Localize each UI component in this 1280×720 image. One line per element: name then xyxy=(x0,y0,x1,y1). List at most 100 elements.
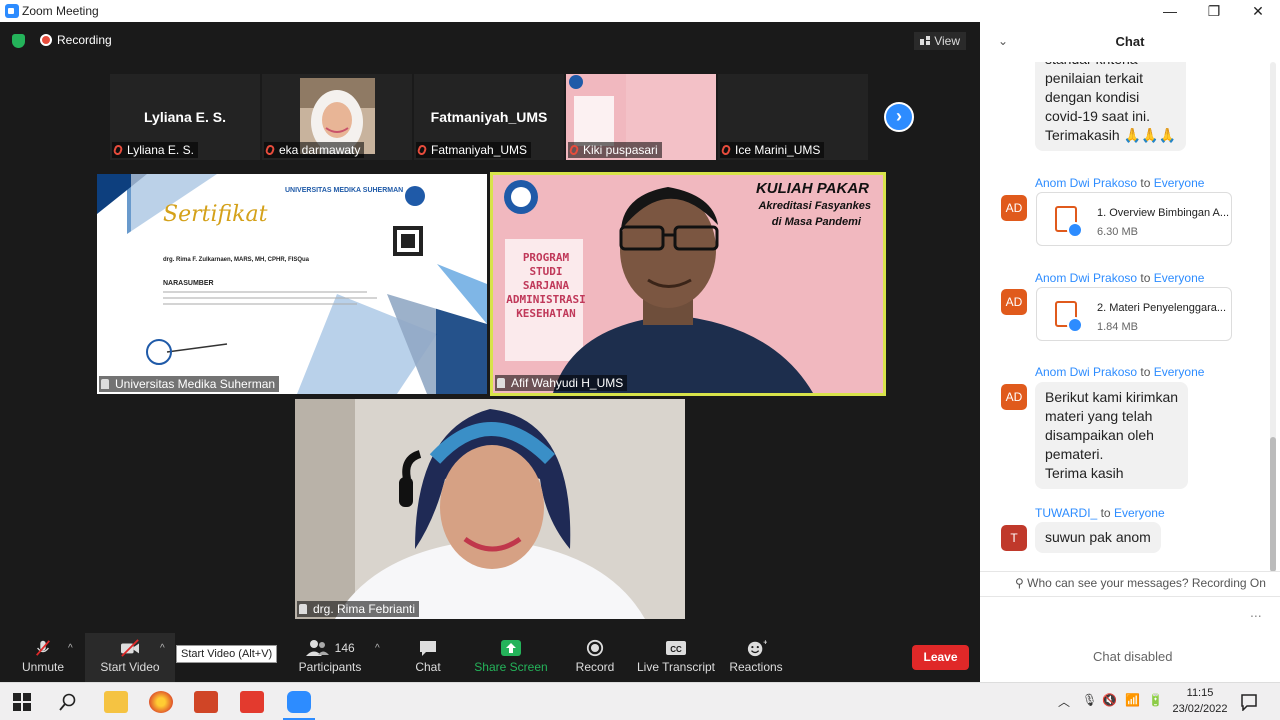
participant-name: drg. Rima Febrianti xyxy=(313,602,416,616)
participant-thumbnail[interactable]: Lyliana E. S. Lyliana E. S. xyxy=(110,74,260,160)
participant-name: Fatmaniyah_UMS xyxy=(431,143,528,157)
zoom-taskbar-icon[interactable] xyxy=(287,691,311,713)
file-size: 1.84 MB xyxy=(1097,321,1138,333)
reactions-button[interactable]: + Reactions xyxy=(727,633,785,682)
message-sender-line: TUWARDI_ to Everyone xyxy=(1035,506,1165,520)
participant-name: Ice Marini_UMS xyxy=(735,143,821,157)
file-attachment[interactable]: 1. Overview Bimbingan A... 6.30 MB xyxy=(1036,192,1232,246)
sender-name[interactable]: Anom Dwi Prakoso xyxy=(1035,271,1137,285)
file-download-icon xyxy=(1055,206,1083,238)
view-button[interactable]: View xyxy=(914,32,966,50)
notifications-icon[interactable] xyxy=(1240,693,1258,711)
file-explorer-icon[interactable] xyxy=(104,691,128,713)
recording-dot-icon xyxy=(40,34,52,46)
participant-thumbnail[interactable]: eka darmawaty xyxy=(262,74,412,160)
leave-button[interactable]: Leave xyxy=(912,645,969,670)
file-attachment[interactable]: 2. Materi Penyelenggara... 1.84 MB xyxy=(1036,287,1232,341)
reactions-smiley-icon: + xyxy=(747,639,767,657)
sender-name[interactable]: TUWARDI_ xyxy=(1035,506,1097,520)
video-tile-active-speaker[interactable]: KULIAH PAKAR Akreditasi Fasyankes di Mas… xyxy=(490,172,886,396)
video-options-chevron-icon[interactable]: ^ xyxy=(160,643,165,654)
window-titlebar: Zoom Meeting — ❐ ✕ xyxy=(0,0,1280,22)
participant-name-tag: Ice Marini_UMS xyxy=(720,142,825,158)
taskbar-clock[interactable]: 11:15 23/02/2022 xyxy=(1170,685,1230,717)
chat-scrollbar[interactable] xyxy=(1270,62,1276,572)
clock-time: 11:15 xyxy=(1186,687,1214,699)
record-icon xyxy=(586,639,604,657)
slide-subtitle-1: Akreditasi Fasyankes xyxy=(758,200,871,212)
chat-message-partial: standar kriteria penilaian terkait denga… xyxy=(1035,50,1186,151)
tray-chevron-icon[interactable]: ︿ xyxy=(1058,693,1070,710)
avatar: AD xyxy=(1001,195,1027,221)
program-line: STUDI xyxy=(529,265,563,278)
start-video-button[interactable]: Start Video xyxy=(85,633,175,682)
participant-name-tag: Kiki puspasari xyxy=(568,142,662,158)
windows-taskbar: ︿ 🎙 🔇 📶 🔋 11:15 23/02/2022 xyxy=(0,682,1280,720)
chat-button[interactable]: Chat xyxy=(403,633,453,682)
restore-button[interactable]: ❐ xyxy=(1194,1,1234,21)
participants-options-chevron-icon[interactable]: ^ xyxy=(375,643,380,654)
participant-name: Universitas Medika Suherman xyxy=(115,377,276,391)
firefox-icon[interactable] xyxy=(149,691,173,713)
video-off-icon xyxy=(121,639,139,657)
powerpoint-icon[interactable] xyxy=(194,691,218,713)
recipient-name: Everyone xyxy=(1153,271,1205,285)
chat-title: Chat xyxy=(1115,34,1145,49)
search-icon[interactable] xyxy=(59,693,77,711)
record-button[interactable]: Record xyxy=(570,633,620,682)
share-screen-button[interactable]: Share Screen xyxy=(473,633,549,682)
wifi-icon[interactable]: 📶 xyxy=(1125,693,1140,707)
svg-text:CC: CC xyxy=(670,645,682,654)
chat-message: suwun pak anom xyxy=(1035,522,1161,553)
scrollbar-thumb[interactable] xyxy=(1270,437,1276,572)
pin-icon xyxy=(497,378,505,388)
participant-thumbnail[interactable]: Kiki puspasari xyxy=(566,74,716,160)
file-name: 2. Materi Penyelenggara... xyxy=(1097,302,1227,314)
participants-count: 146 xyxy=(334,641,355,655)
wps-office-icon[interactable] xyxy=(240,691,264,713)
divider xyxy=(980,596,1280,597)
next-page-button[interactable]: › xyxy=(884,102,914,132)
video-tile-certificate[interactable]: UNIVERSITAS MEDIKA SUHERMAN Sertifikat d… xyxy=(97,174,487,394)
message-line: Terimakasih 🙏🙏🙏 xyxy=(1045,127,1176,143)
more-options-button[interactable]: ... xyxy=(1250,604,1262,620)
audio-options-chevron-icon[interactable]: ^ xyxy=(68,643,73,654)
message-visibility-link[interactable]: ⚲ Who can see your messages? Recording O… xyxy=(1015,576,1266,590)
unmute-button[interactable]: Unmute xyxy=(10,633,76,682)
window-title: Zoom Meeting xyxy=(22,4,99,18)
muted-mic-icon xyxy=(264,143,276,157)
recording-indicator[interactable]: Recording xyxy=(40,33,112,47)
live-transcript-button[interactable]: CC Live Transcript xyxy=(636,633,716,682)
slide-subtitle-2: di Masa Pandemi xyxy=(771,216,861,228)
muted-mic-icon xyxy=(112,143,124,157)
video-tile-participant[interactable]: drg. Rima Febrianti xyxy=(295,399,685,619)
sender-name[interactable]: Anom Dwi Prakoso xyxy=(1035,365,1137,379)
battery-icon[interactable]: 🔋 xyxy=(1148,693,1163,707)
close-button[interactable]: ✕ xyxy=(1238,1,1278,21)
participant-display-name: Lyliana E. S. xyxy=(144,109,226,125)
participant-thumbnail[interactable]: Fatmaniyah_UMS Fatmaniyah_UMS xyxy=(414,74,564,160)
security-shield-icon[interactable] xyxy=(12,34,25,48)
recipient-name: Everyone xyxy=(1113,506,1165,520)
share-screen-label: Share Screen xyxy=(474,660,548,674)
recipient-name: Everyone xyxy=(1153,365,1205,379)
participant-thumbnail[interactable]: Ice Marini_UMS xyxy=(718,74,868,160)
avatar: T xyxy=(1001,525,1027,551)
file-name: 1. Overview Bimbingan A... xyxy=(1097,207,1230,219)
participant-name-tag: eka darmawaty xyxy=(264,142,365,158)
microphone-tray-icon[interactable]: 🎙 xyxy=(1082,693,1097,707)
pin-icon xyxy=(101,379,109,389)
sender-name[interactable]: Anom Dwi Prakoso xyxy=(1035,176,1137,190)
participants-label: Participants xyxy=(298,660,362,674)
participant-name: Kiki puspasari xyxy=(583,143,658,157)
live-transcript-label: Live Transcript xyxy=(636,660,716,674)
participants-button[interactable]: 146 Participants xyxy=(295,633,365,682)
volume-muted-icon[interactable]: 🔇 xyxy=(1102,693,1117,707)
message-sender-line: Anom Dwi Prakoso to Everyone xyxy=(1035,176,1204,190)
minimize-button[interactable]: — xyxy=(1150,1,1190,21)
certificate-recipient: drg. Rima F. Zulkarnaen, MARS, MH, CPHR,… xyxy=(163,257,310,263)
windows-start-icon[interactable] xyxy=(13,693,31,711)
pin-icon xyxy=(299,604,307,614)
divider xyxy=(980,571,1280,572)
message-line: covid-19 saat ini. xyxy=(1045,108,1151,124)
